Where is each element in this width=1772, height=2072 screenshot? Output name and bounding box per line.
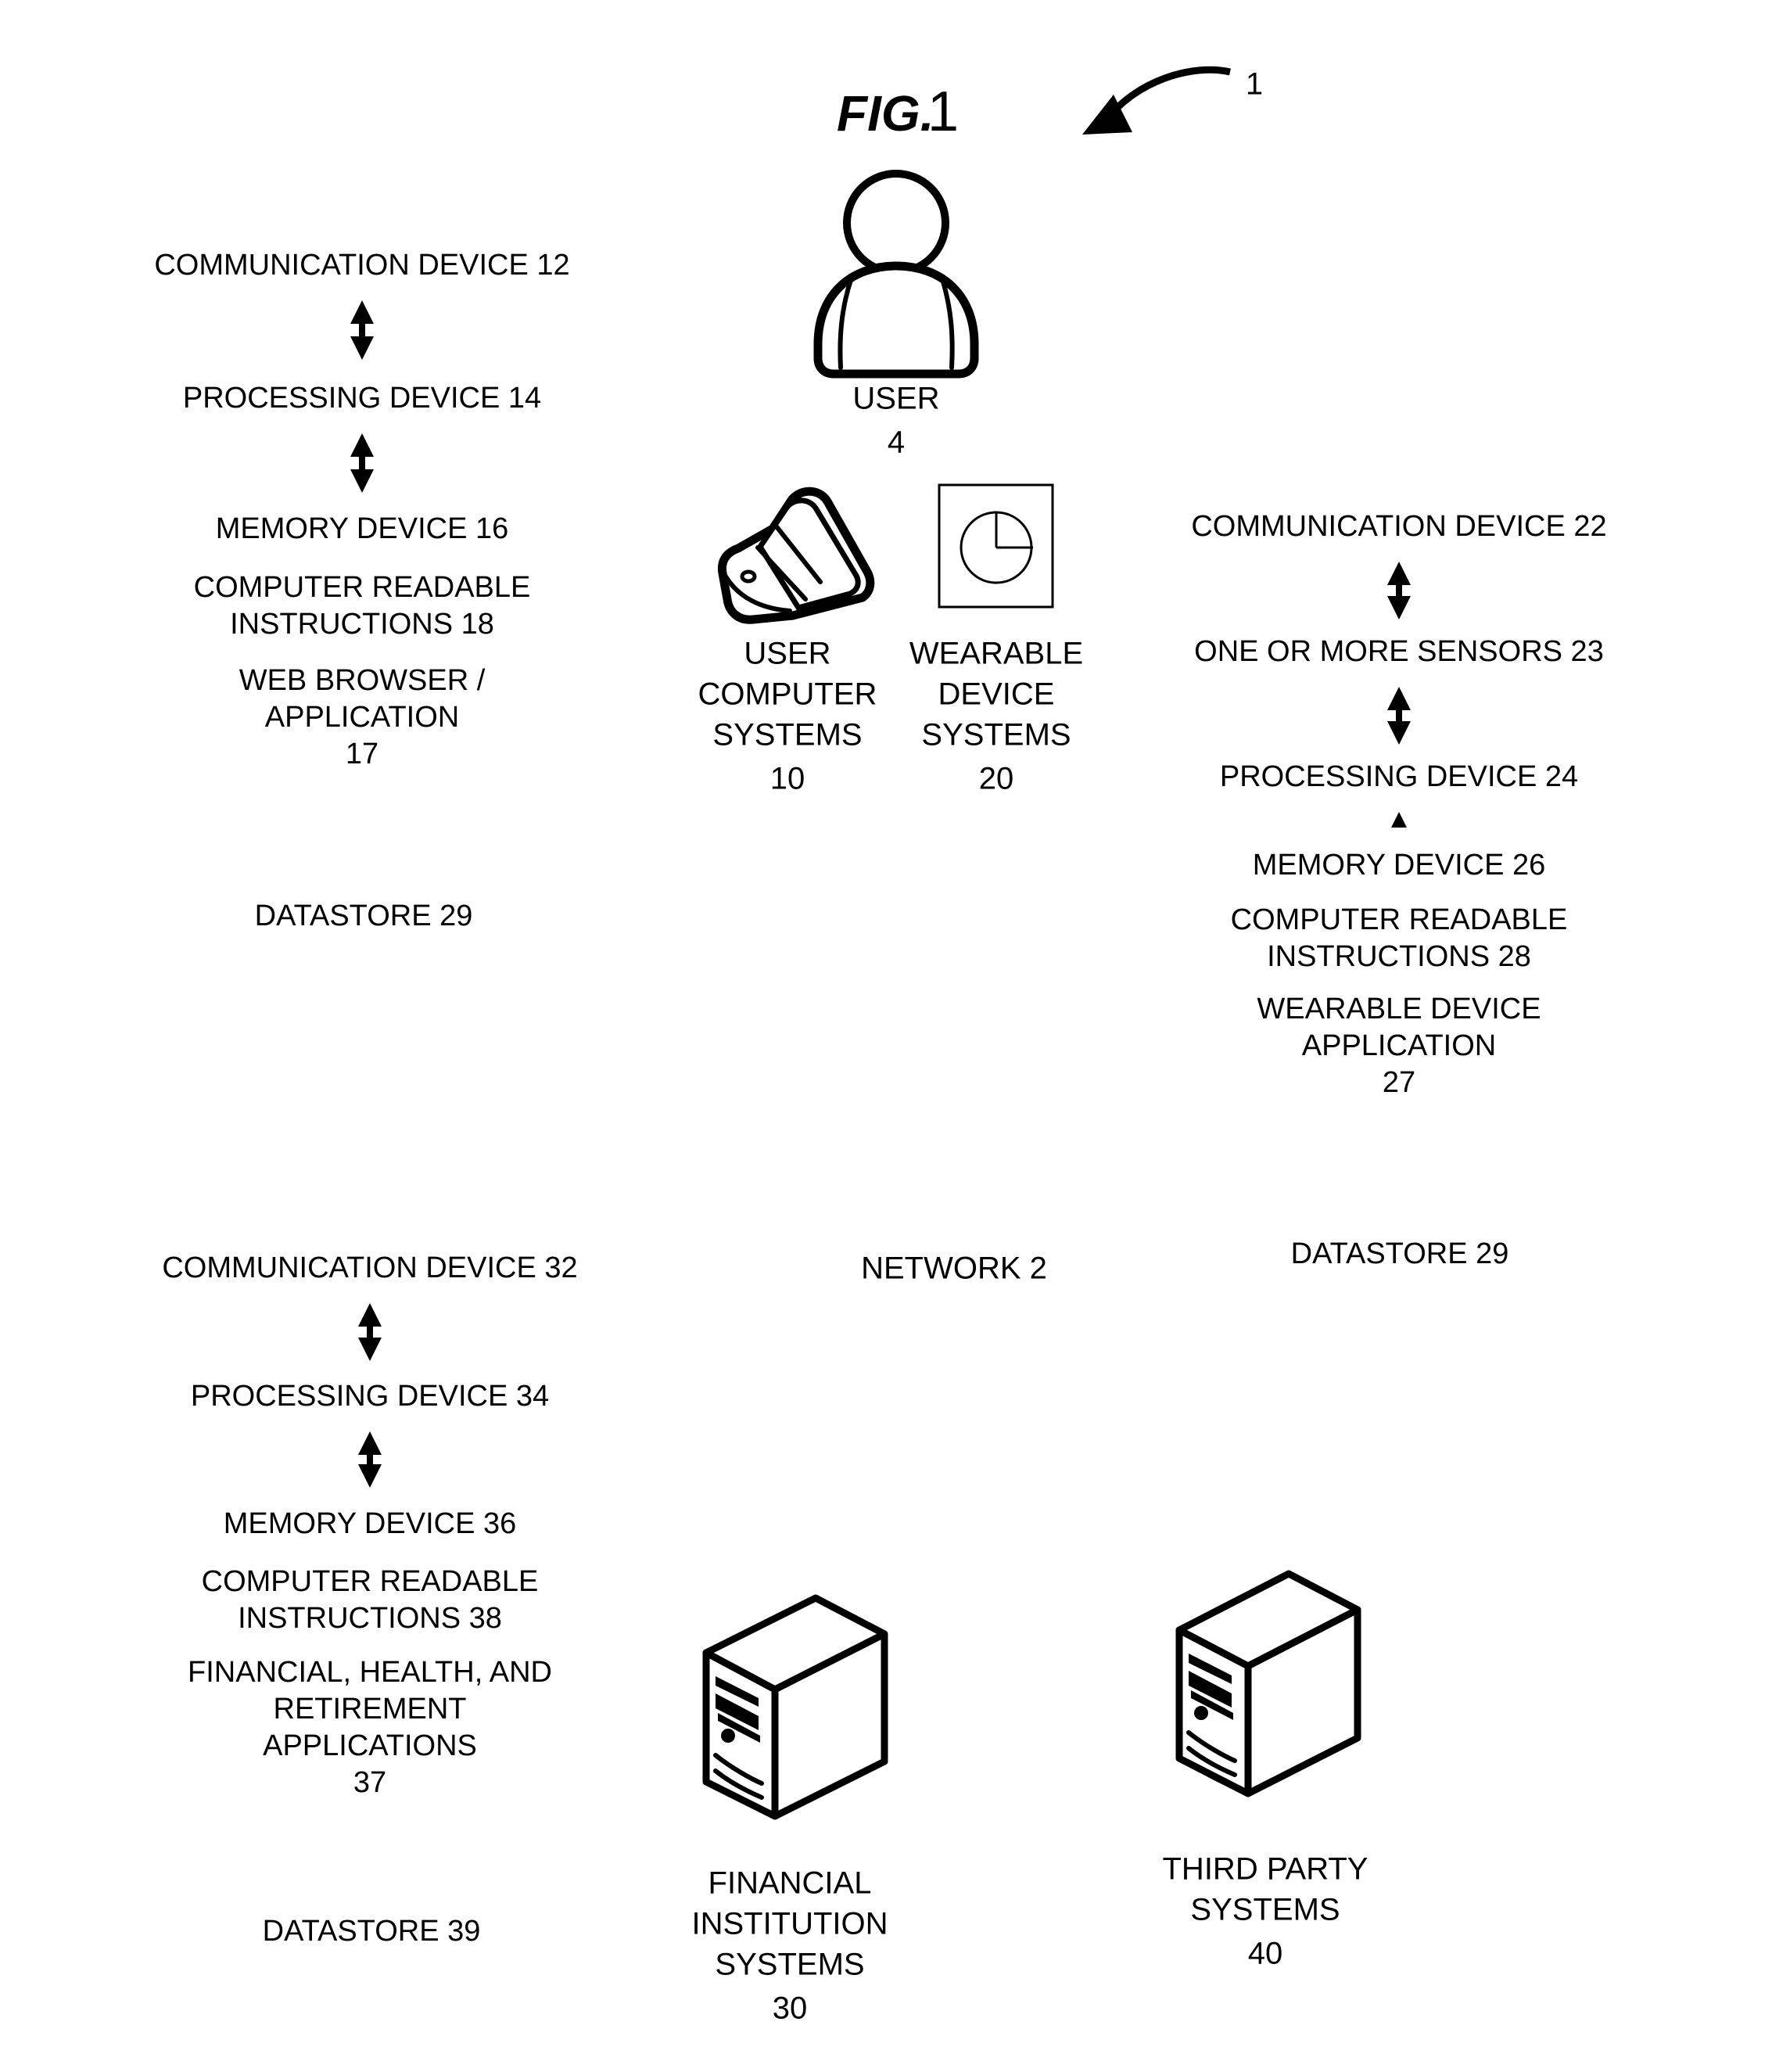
instructions-38-line1: COMPUTER READABLE [202, 1565, 539, 1598]
wearable-device-systems-ref: 20 [979, 762, 1014, 796]
datastore-39-cylinder: DATASTORE 39 [219, 1827, 524, 1985]
user-ref: 4 [888, 426, 905, 460]
cloud-icon [771, 1119, 1069, 1330]
communication-device-12-label: COMMUNICATION DEVICE 12 [154, 249, 569, 282]
communication-device-22-label: COMMUNICATION DEVICE 22 [1191, 510, 1606, 543]
wireless-link-bolt-user-computer [741, 813, 784, 1139]
user-computer-systems-line3: SYSTEMS [712, 718, 862, 752]
financial-institution-line2: INSTITUTION [691, 1907, 888, 1941]
financial-institution-ref: 30 [773, 1991, 808, 2026]
user-entity: USER 4 [813, 170, 979, 460]
wearable-device-systems-line2: DEVICE [938, 677, 1055, 712]
financial-institution-systems-block: COMMUNICATION DEVICE 32 PROCESSING DEVIC… [113, 1209, 694, 2027]
third-party-line1: THIRD PARTY [1163, 1852, 1368, 1887]
memory-device-26-label: MEMORY DEVICE 26 [1253, 849, 1546, 882]
one-or-more-sensors-23-label: ONE OR MORE SENSORS 23 [1194, 635, 1604, 668]
server-tower-icon-third-party [1175, 1570, 1361, 1797]
datastore-29-left-label: DATASTORE 29 [255, 900, 473, 932]
user-person-icon [813, 170, 979, 379]
application-37-line1: FINANCIAL, HEALTH, AND [188, 1656, 552, 1689]
datastore-29-cylinder-left: DATASTORE 29 [211, 810, 516, 970]
figure-title-group: FIG. 1 [837, 81, 959, 143]
wireless-link-bolt-financial [828, 1384, 879, 1578]
callout-tail-user-computer [618, 532, 692, 618]
processing-device-14-label: PROCESSING DEVICE 14 [183, 382, 541, 415]
application-37-line3: APPLICATIONS [263, 1729, 477, 1762]
user-computer-systems-ref: 10 [770, 762, 805, 796]
user-computer-systems-entity: USER COMPUTER SYSTEMS 10 [698, 487, 877, 796]
patent-figure-page: FIG. 1 1 COMMUNICATION DEVICE 12 PROCESS… [0, 0, 1772, 2072]
instructions-28-line1: COMPUTER READABLE [1231, 903, 1568, 936]
instructions-28-line2: INSTRUCTIONS 28 [1267, 940, 1531, 973]
application-17-line1: WEB BROWSER / [239, 664, 486, 697]
application-37-ref: 37 [353, 1766, 386, 1799]
system-ref-arrow [1082, 66, 1231, 135]
financial-institution-systems-entity: FINANCIAL INSTITUTION SYSTEMS 30 [691, 1594, 888, 2026]
instructions-38-line2: INSTRUCTIONS 38 [238, 1602, 502, 1635]
network-label: NETWORK 2 [861, 1251, 1047, 1286]
third-party-line2: SYSTEMS [1190, 1893, 1340, 1927]
wireless-link-bolt-third-party [1020, 1377, 1114, 1565]
wearable-device-systems-line1: WEARABLE [909, 637, 1083, 671]
application-17-ref: 17 [346, 738, 378, 770]
system-ref-label: 1 [1246, 67, 1263, 102]
third-party-ref: 40 [1248, 1937, 1283, 1971]
figure-label: FIG. [837, 85, 934, 142]
smartwatch-face-icon [938, 483, 1054, 609]
network-cloud-entity: NETWORK 2 [771, 1119, 1069, 1330]
figure-number: 1 [927, 81, 959, 143]
flip-phone-icon [717, 487, 875, 624]
application-27-ref: 27 [1383, 1066, 1415, 1099]
application-27-line1: WEARABLE DEVICE [1257, 993, 1541, 1025]
callout-tail-financial [626, 1481, 694, 1662]
datastore-29-cylinder-right: DATASTORE 29 [1247, 1148, 1552, 1308]
user-computer-systems-line1: USER [744, 637, 830, 671]
financial-institution-line1: FINANCIAL [708, 1866, 872, 1901]
wearable-device-systems-entity: WEARABLE DEVICE SYSTEMS 20 [909, 483, 1083, 796]
application-27-line2: APPLICATION [1302, 1029, 1496, 1062]
memory-device-16-label: MEMORY DEVICE 16 [216, 512, 509, 545]
wireless-link-bolt-wearable [953, 813, 1003, 1140]
application-17-line2: APPLICATION [265, 701, 459, 734]
wearable-device-systems-line3: SYSTEMS [921, 718, 1071, 752]
application-37-line2: RETIREMENT [274, 1693, 467, 1725]
datastore-29-right-label: DATASTORE 29 [1291, 1237, 1509, 1270]
third-party-systems-entity: THIRD PARTY SYSTEMS 40 [1163, 1570, 1368, 1971]
user-label: USER [852, 382, 939, 416]
server-tower-icon-financial [702, 1594, 888, 1820]
callout-tail-wearable [1064, 767, 1140, 860]
instructions-18-line1: COMPUTER READABLE [194, 571, 531, 604]
wearable-device-systems-block: COMMUNICATION DEVICE 22 ONE OR MORE SENS… [1064, 463, 1659, 1356]
processing-device-34-label: PROCESSING DEVICE 34 [191, 1380, 549, 1413]
processing-device-24-label: PROCESSING DEVICE 24 [1220, 760, 1578, 793]
datastore-39-label: DATASTORE 39 [263, 1915, 481, 1948]
memory-device-36-label: MEMORY DEVICE 36 [224, 1507, 517, 1540]
user-computer-systems-line2: COMPUTER [698, 677, 877, 712]
financial-institution-line3: SYSTEMS [715, 1948, 864, 1982]
instructions-18-line2: INSTRUCTIONS 18 [230, 608, 494, 641]
communication-device-32-label: COMMUNICATION DEVICE 32 [162, 1251, 577, 1284]
user-computer-systems-block: COMMUNICATION DEVICE 12 PROCESSING DEVIC… [105, 197, 692, 1012]
